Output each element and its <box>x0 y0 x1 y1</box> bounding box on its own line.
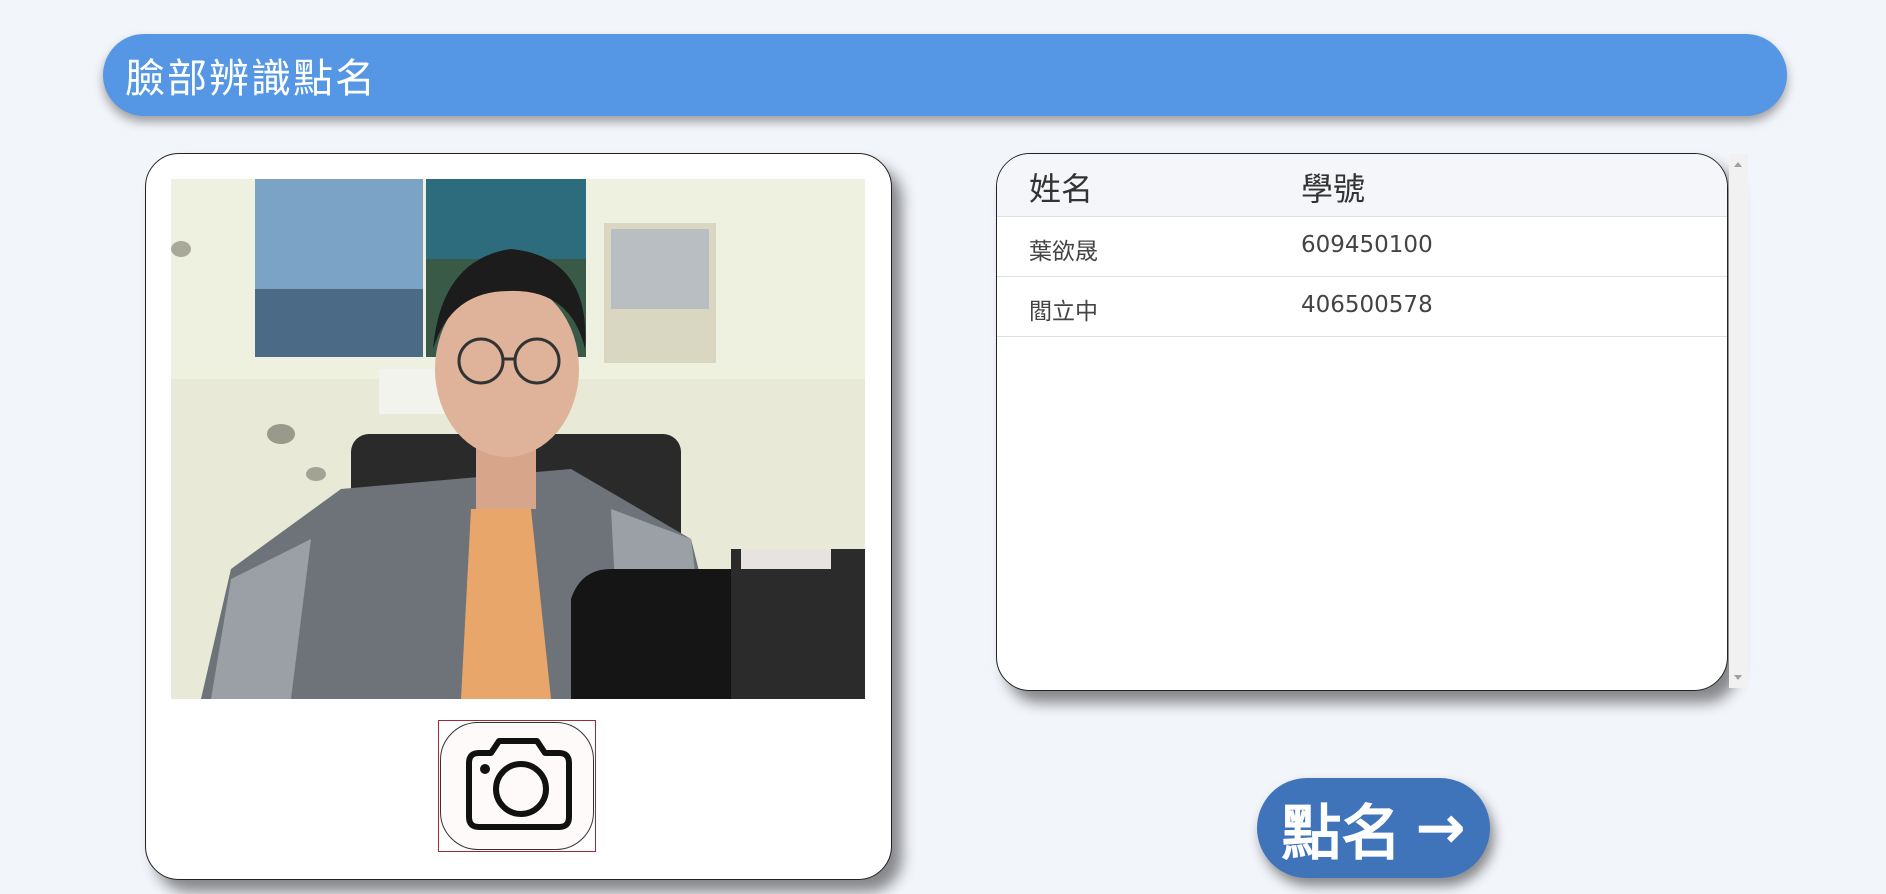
camera-icon <box>466 738 572 830</box>
student-name: 閻立中 <box>1029 299 1098 325</box>
scroll-down-arrow-icon[interactable] <box>1734 675 1742 680</box>
capture-photo-button[interactable] <box>438 720 596 852</box>
page-title: 臉部辨識點名 <box>125 56 377 102</box>
column-header-student-id: 學號 <box>1301 170 1366 208</box>
attendance-list-panel: 姓名 學號 葉欲晟 609450100 閻立中 406500578 <box>996 153 1728 691</box>
video-frame-illustration <box>171 179 865 699</box>
page-header: 臉部辨識點名 <box>103 34 1787 116</box>
student-id: 609450100 <box>1301 232 1433 258</box>
table-row: 葉欲晟 609450100 <box>997 217 1727 277</box>
webcam-video-feed <box>171 179 865 699</box>
rollcall-button-label: 點名 <box>1281 798 1402 869</box>
rollcall-button[interactable]: 點名 → <box>1257 778 1490 878</box>
attendance-list-scrollbar[interactable] <box>1729 154 1748 688</box>
student-id: 406500578 <box>1301 292 1433 318</box>
arrow-right-icon: → <box>1415 793 1466 863</box>
column-header-name: 姓名 <box>1029 170 1094 208</box>
camera-panel <box>145 153 892 880</box>
table-row: 閻立中 406500578 <box>997 277 1727 337</box>
capture-button-frame <box>440 722 594 850</box>
student-name: 葉欲晟 <box>1029 239 1098 265</box>
scroll-up-arrow-icon[interactable] <box>1734 162 1742 167</box>
table-header: 姓名 學號 <box>997 154 1727 217</box>
